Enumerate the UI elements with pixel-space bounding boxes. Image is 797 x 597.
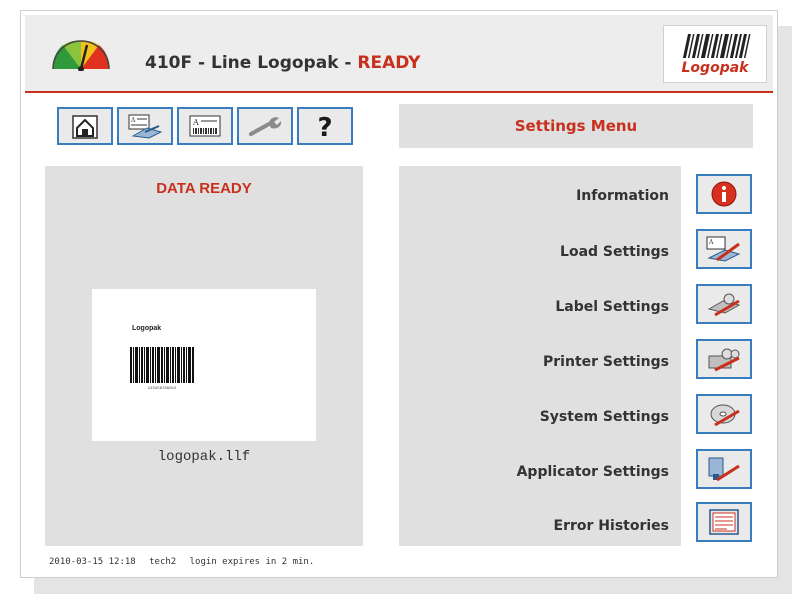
help-button[interactable]: ? [297, 107, 353, 145]
svg-text:A: A [130, 117, 136, 124]
toolbar: A A ? [57, 107, 353, 145]
settings-item-label-settings[interactable]: Label Settings [555, 299, 669, 315]
error-histories-icon [709, 509, 739, 535]
status-gauge-icon [52, 40, 110, 71]
settings-list-panel: Information Load Settings Label Settings… [399, 166, 681, 546]
label-barcode-icon [130, 347, 194, 383]
service-button[interactable] [237, 107, 293, 145]
error-histories-button[interactable] [696, 502, 752, 542]
settings-menu-title: Settings Menu [399, 104, 753, 148]
system-settings-icon [710, 404, 740, 427]
load-settings-button[interactable]: A [117, 107, 173, 145]
page-title: 410F - Line Logopak - READY [145, 53, 420, 73]
wrench-icon [249, 117, 282, 136]
settings-item-applicator-settings[interactable]: Applicator Settings [517, 464, 669, 480]
svg-text:A: A [708, 239, 714, 246]
label-preview[interactable]: Logopak 123456789012 [92, 289, 316, 441]
printer-settings-button[interactable] [696, 339, 752, 379]
settings-item-information[interactable]: Information [576, 188, 669, 204]
data-status: DATA READY [156, 180, 252, 197]
settings-item-system-settings[interactable]: System Settings [540, 409, 669, 425]
title-text: 410F - Line Logopak - [145, 53, 358, 73]
status-message: login expires in 2 min. [189, 557, 315, 567]
settings-item-printer-settings[interactable]: Printer Settings [543, 354, 669, 370]
load-settings-icon: A [128, 114, 163, 139]
logopak-logo: Logopak [663, 25, 767, 83]
status-datetime: 2010-03-15 12:18 [49, 557, 136, 567]
svg-text:A: A [192, 118, 199, 127]
status-bar: 2010-03-15 12:18 tech2 login expires in … [49, 557, 322, 567]
label-icon: A [189, 115, 221, 137]
app-window: 410F - Line Logopak - READY Logopak A A … [20, 10, 778, 578]
help-icon: ? [317, 113, 332, 140]
machine-status: READY [357, 53, 421, 73]
information-button[interactable] [696, 174, 752, 214]
status-user: tech2 [149, 557, 177, 567]
home-icon [72, 115, 98, 139]
label-settings-icon [707, 293, 741, 317]
load-settings-button-2[interactable]: A [696, 229, 752, 269]
settings-item-load-settings[interactable]: Load Settings [560, 244, 669, 260]
printer-settings-icon [708, 348, 740, 372]
home-button[interactable] [57, 107, 113, 145]
label-settings-button[interactable] [696, 284, 752, 324]
load-settings-icon: A [706, 236, 741, 262]
settings-item-error-histories[interactable]: Error Histories [554, 518, 669, 534]
applicator-settings-button[interactable] [696, 449, 752, 489]
logo-barcode-icon [682, 34, 751, 58]
label-barcode-number: 123456789012 [147, 387, 177, 391]
label-company-name: Logopak [132, 325, 162, 332]
label-filename: logopak.llf [157, 449, 251, 465]
system-settings-button[interactable] [696, 394, 752, 434]
label-button[interactable]: A [177, 107, 233, 145]
svg-text:?: ? [317, 113, 332, 140]
info-icon [711, 181, 737, 207]
header-bar: 410F - Line Logopak - READY Logopak [25, 15, 773, 93]
applicator-settings-icon [708, 457, 740, 482]
label-preview-panel: DATA READY Logopak 123456789012 logopak.… [45, 166, 363, 546]
logo-text: Logopak [681, 60, 749, 76]
